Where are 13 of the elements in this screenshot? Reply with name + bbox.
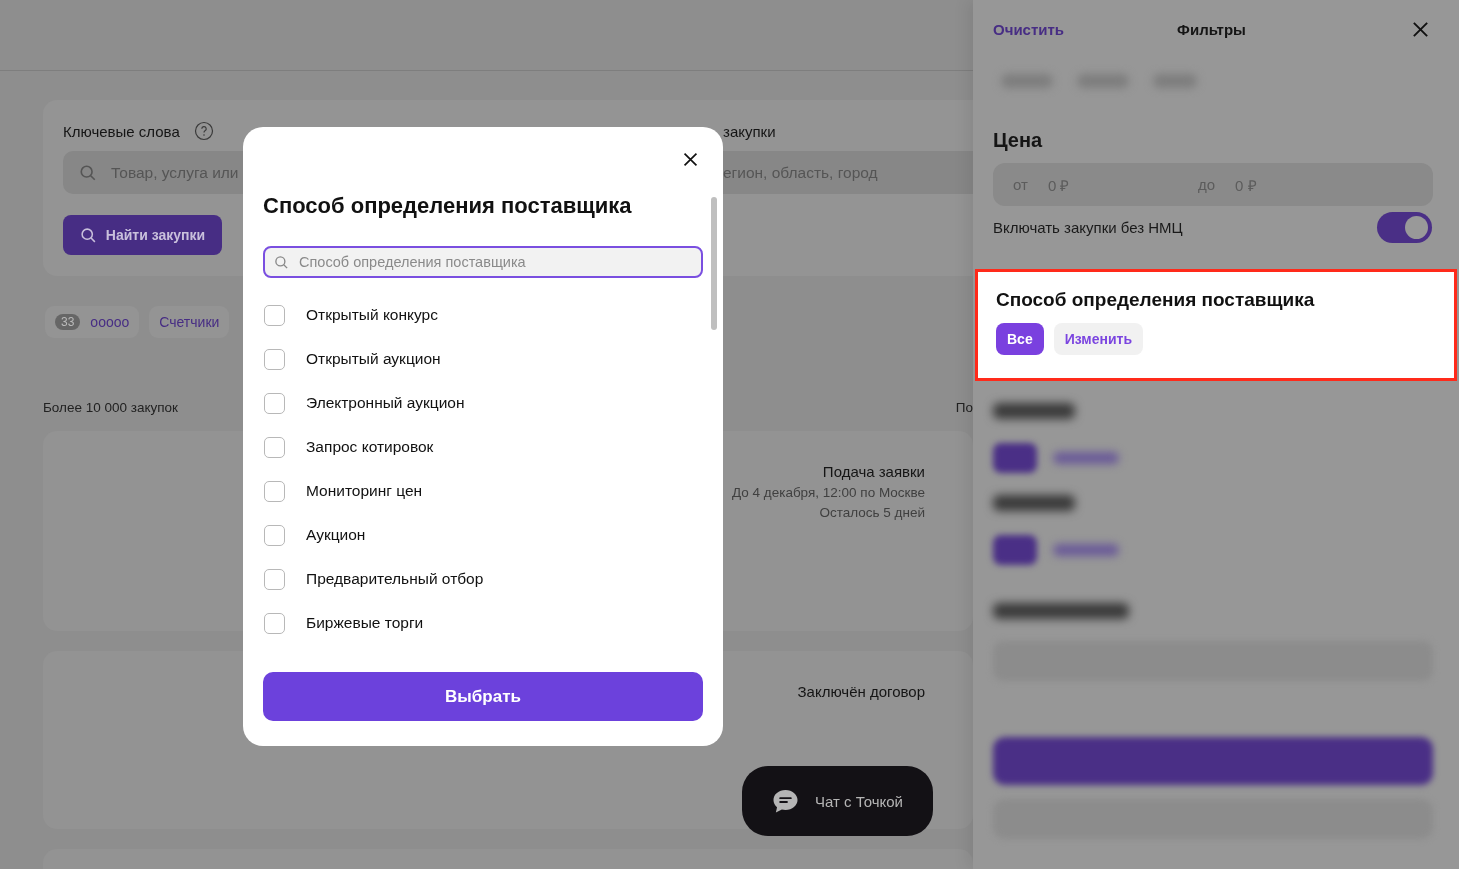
count-badge: 33 xyxy=(55,314,81,330)
status-title: Заключён договор xyxy=(797,682,925,702)
field-label: закупки xyxy=(723,122,776,140)
status-title: Подача заявки xyxy=(822,462,925,482)
toggle-label: Включать закупки без НМЦ xyxy=(993,219,1183,236)
section-heading: Цена xyxy=(993,129,1044,152)
status-detail: Осталось 5 дней xyxy=(819,504,925,522)
status-detail: До 4 декабря, 12:00 по Москве xyxy=(732,484,925,502)
results-count: Более 10 000 закупок xyxy=(43,400,178,415)
panel-title: Фильтры xyxy=(1177,20,1246,38)
dialog-title: Способ определения поставщика xyxy=(263,193,633,219)
field-label: Ключевые слова xyxy=(63,122,180,140)
section-heading: Способ определения поставщика xyxy=(996,289,1316,311)
